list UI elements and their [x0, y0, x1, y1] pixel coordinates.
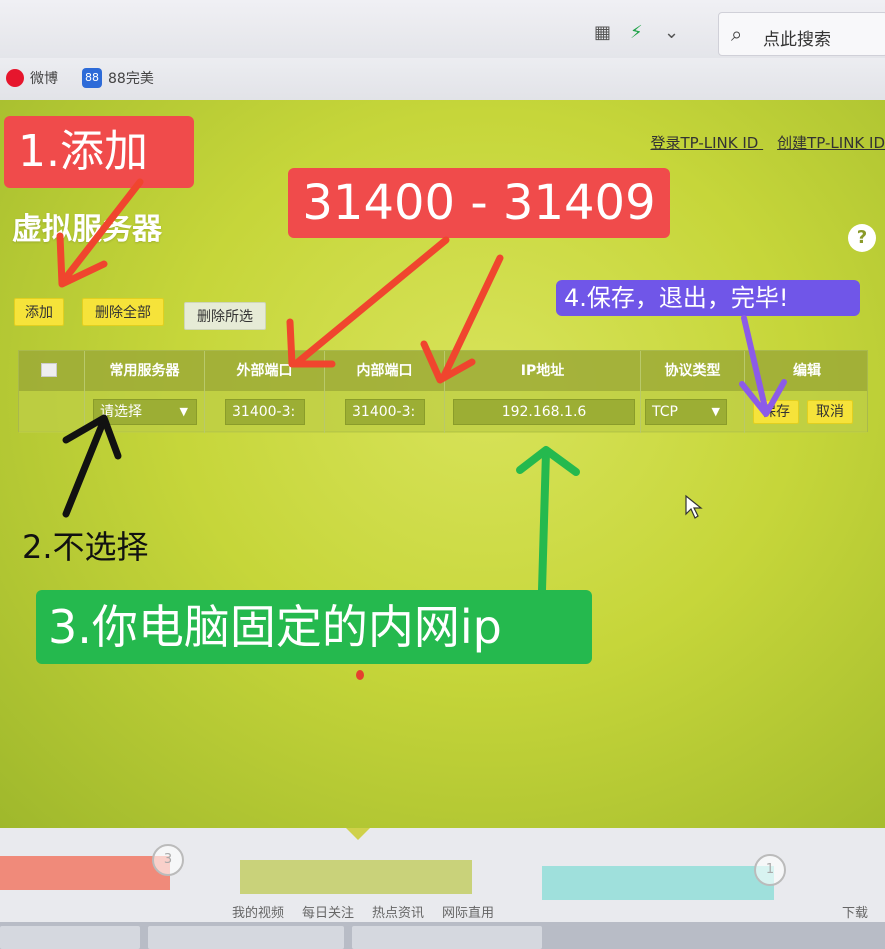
arrow-internal-port — [440, 254, 504, 380]
badge-right: 1 — [754, 854, 786, 886]
annotation-arrows — [56, 178, 787, 594]
link-web-apps[interactable]: 网际直用 — [442, 902, 494, 921]
taskbar-item[interactable] — [148, 926, 344, 949]
progress-bar-red — [0, 856, 170, 890]
taskbar-item[interactable] — [0, 926, 140, 949]
progress-bar-olive — [240, 860, 472, 894]
download-link[interactable]: 下载 — [842, 902, 868, 921]
progress-bar-teal — [542, 866, 774, 900]
link-daily-focus[interactable]: 每日关注 — [302, 902, 354, 921]
badge-left: 3 — [152, 844, 184, 876]
link-hot-news[interactable]: 热点资讯 — [372, 902, 424, 921]
taskbar-item[interactable] — [352, 926, 542, 949]
caret-icon — [346, 828, 370, 840]
taskbar — [0, 922, 885, 949]
bottom-link-bar: 我的视频 每日关注 热点资讯 网际直用 — [232, 902, 494, 921]
link-my-videos[interactable]: 我的视频 — [232, 902, 284, 921]
arrow-step3 — [538, 448, 550, 594]
